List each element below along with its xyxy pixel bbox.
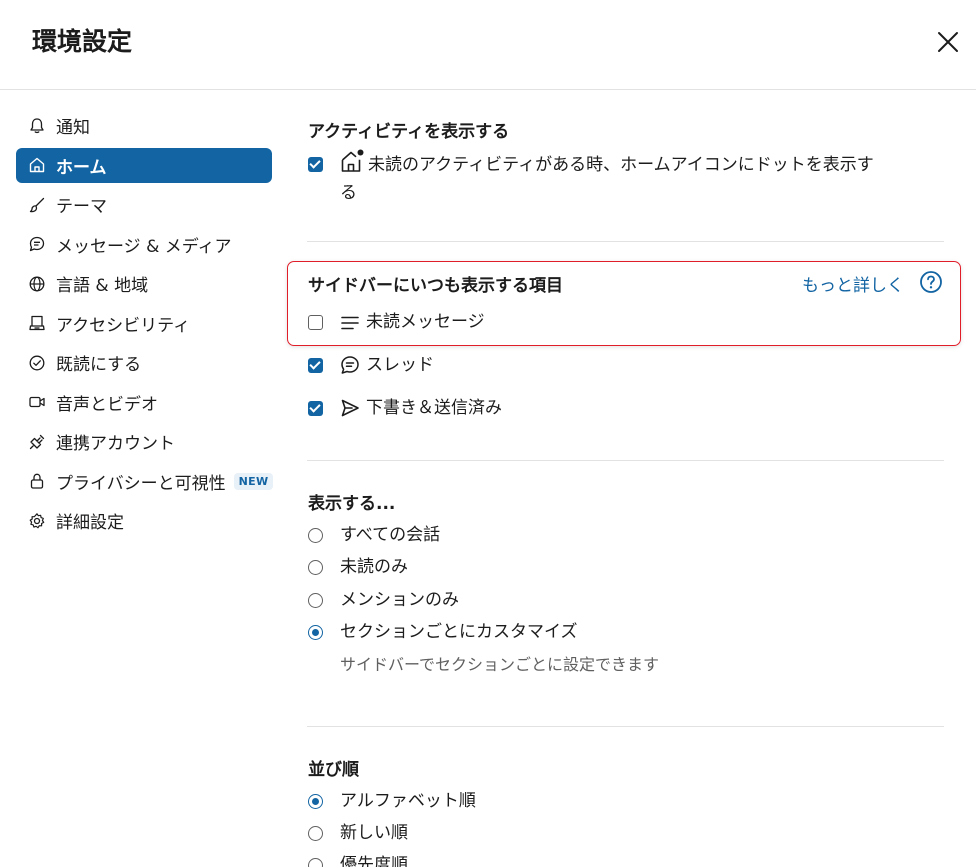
sidebar-item-audio-video[interactable]: 音声とビデオ xyxy=(16,385,272,420)
brush-icon xyxy=(28,196,46,214)
sidebar-item-label: 言語 & 地域 xyxy=(56,276,149,296)
thread-icon xyxy=(341,356,359,374)
sidebar-item-messages-media[interactable]: メッセージ & メディア xyxy=(16,227,272,262)
preferences-sidebar: 通知 ホーム テーマ メッセージ & メディア 言語 & 地域 アクセシビリティ xyxy=(16,108,296,543)
sort-newest-radio[interactable] xyxy=(308,826,323,841)
sidebar-item-label: 音声とビデオ xyxy=(56,394,158,415)
sidebar-item-advanced[interactable]: 詳細設定 xyxy=(16,503,272,538)
lock-icon xyxy=(28,472,46,490)
send-icon xyxy=(341,399,359,417)
show-mentions-label: メンションのみ xyxy=(340,590,459,610)
sidebar-item-language-region[interactable]: 言語 & 地域 xyxy=(16,266,272,301)
sort-priority-radio[interactable] xyxy=(308,858,323,867)
dialog-title: 環境設定 xyxy=(32,27,133,56)
sidebar-item-label: ホーム xyxy=(56,157,107,178)
show-all-radio[interactable] xyxy=(308,528,323,543)
gear-icon xyxy=(28,512,46,530)
sidebar-item-privacy[interactable]: プライバシーと可視性 NEW xyxy=(16,464,274,499)
sidebar-item-label: アクセシビリティ xyxy=(56,315,191,336)
section-divider xyxy=(307,460,944,461)
section-divider xyxy=(307,241,944,242)
show-custom-label: セクションごとにカスタマイズ xyxy=(340,622,578,642)
sidebar-item-label: 詳細設定 xyxy=(56,513,124,533)
home-settings-panel: アクティビティを表示する 未読のアクティビティがある時、ホームアイコンにドットを… xyxy=(307,0,947,867)
sidebar-item-connected-accounts[interactable]: 連携アカウント xyxy=(16,424,272,459)
home-icon xyxy=(28,156,46,174)
keyboard-icon xyxy=(28,314,46,332)
bell-icon xyxy=(28,117,46,135)
show-custom-description: サイドバーでセクションごとに設定できます xyxy=(340,655,660,674)
sort-priority-label: 優先度順 xyxy=(340,855,408,867)
sidebar-item-accessibility[interactable]: アクセシビリティ xyxy=(16,306,272,341)
drafts-sent-label: 下書き＆送信済み xyxy=(366,398,502,418)
learn-more-link[interactable]: もっと詳しく xyxy=(802,271,904,296)
activity-dot-checkbox[interactable] xyxy=(308,157,323,172)
home-dot-icon xyxy=(341,149,364,172)
activity-dot-label-wrap: る xyxy=(340,183,357,203)
sort-section-title: 並び順 xyxy=(308,760,359,780)
sort-alphabetical-radio[interactable] xyxy=(308,794,323,809)
show-section-title: 表示する... xyxy=(308,494,396,514)
sidebar-item-mark-as-read[interactable]: 既読にする xyxy=(16,345,272,380)
sidebar-item-label: メッセージ & メディア xyxy=(56,236,232,257)
threads-label: スレッド xyxy=(366,355,434,375)
sidebar-item-label: プライバシーと可視性 xyxy=(56,473,226,494)
show-unread-label: 未読のみ xyxy=(340,557,408,577)
sidebar-item-label: 通知 xyxy=(56,118,90,138)
message-icon xyxy=(28,235,46,253)
section-divider xyxy=(307,726,944,727)
help-circle-icon[interactable] xyxy=(919,270,943,294)
sidebar-item-label: 連携アカウント xyxy=(56,434,175,454)
video-icon xyxy=(28,393,46,411)
show-unread-radio[interactable] xyxy=(308,560,323,575)
new-badge: NEW xyxy=(233,472,274,490)
globe-icon xyxy=(28,275,46,293)
plug-icon xyxy=(28,433,46,451)
activity-dot-label: 未読のアクティビティがある時、ホームアイコンにドットを表示す xyxy=(368,155,874,175)
sidebar-item-theme[interactable]: テーマ xyxy=(16,187,272,222)
drafts-sent-checkbox[interactable] xyxy=(308,401,323,416)
activity-section-title: アクティビティを表示する xyxy=(308,122,510,142)
sort-alphabetical-label: アルファベット順 xyxy=(340,791,476,811)
sidebar-item-label: 既読にする xyxy=(56,355,142,375)
sidebar-item-notifications[interactable]: 通知 xyxy=(16,108,272,143)
show-all-label: すべての会話 xyxy=(340,525,441,545)
threads-checkbox[interactable] xyxy=(308,358,323,373)
sort-newest-label: 新しい順 xyxy=(340,823,408,843)
show-mentions-radio[interactable] xyxy=(308,593,323,608)
show-custom-radio[interactable] xyxy=(308,625,323,640)
check-circle-icon xyxy=(28,354,46,372)
sidebar-item-home[interactable]: ホーム xyxy=(16,147,272,183)
sidebar-item-label: テーマ xyxy=(56,197,107,217)
